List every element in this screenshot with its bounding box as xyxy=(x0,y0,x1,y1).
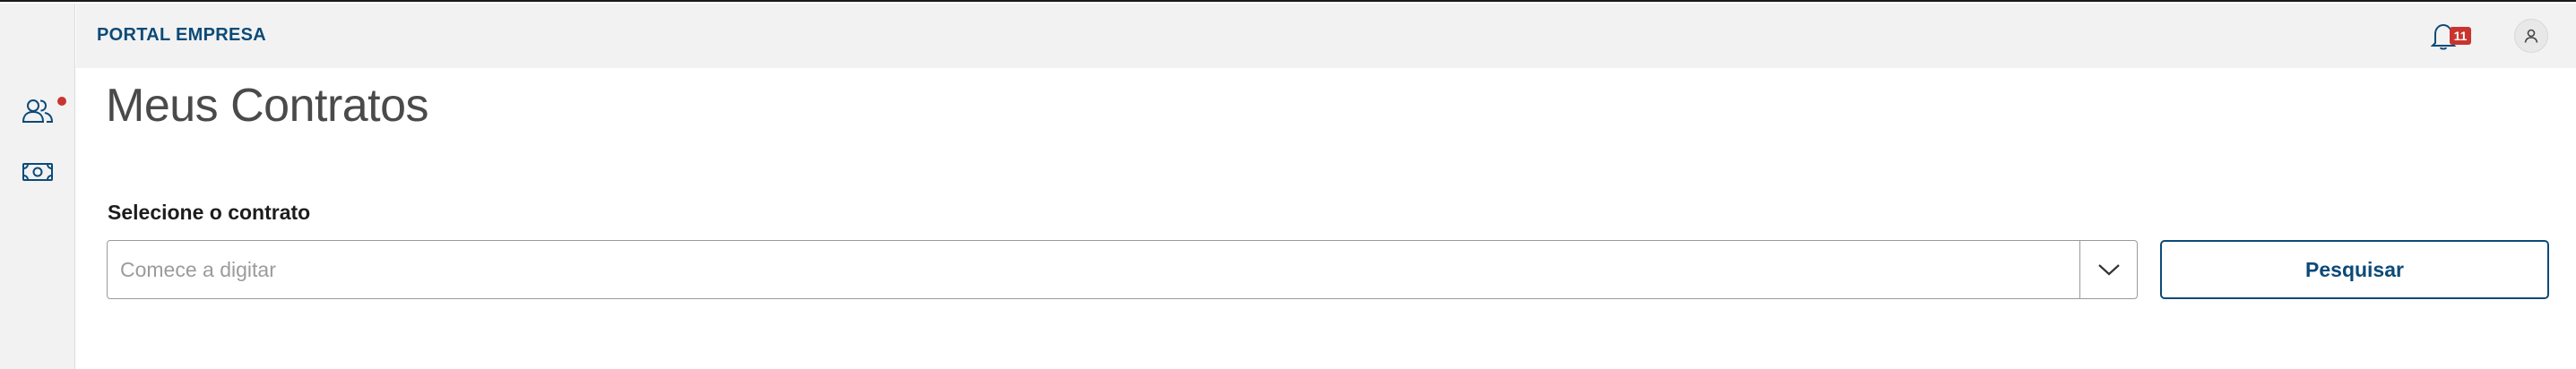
portal-title[interactable]: PORTAL EMPRESA xyxy=(97,25,266,46)
app-window: PORTAL EMPRESA 11 Meus Contratos Selecio… xyxy=(0,0,2576,369)
search-button[interactable]: Pesquisar xyxy=(2160,240,2549,299)
contract-combobox[interactable] xyxy=(107,240,2138,299)
sidebar xyxy=(0,4,75,369)
contract-select-label: Selecione o contrato xyxy=(108,201,311,224)
top-bar: PORTAL EMPRESA 11 xyxy=(76,4,2576,68)
notifications-button[interactable]: 11 xyxy=(2430,18,2471,54)
sidebar-item-finance[interactable] xyxy=(18,152,57,192)
page-title: Meus Contratos xyxy=(106,80,429,132)
sidebar-alert-dot xyxy=(57,97,66,106)
banknote-icon xyxy=(22,163,53,181)
chevron-down-icon xyxy=(2097,264,2120,276)
user-icon xyxy=(2524,29,2538,43)
sidebar-item-contracts[interactable] xyxy=(18,91,57,131)
notification-count-badge: 11 xyxy=(2450,27,2471,45)
combobox-toggle-button[interactable] xyxy=(2079,241,2137,298)
user-avatar[interactable] xyxy=(2514,19,2548,53)
contract-search-input[interactable] xyxy=(108,241,2079,298)
users-icon xyxy=(22,99,54,123)
